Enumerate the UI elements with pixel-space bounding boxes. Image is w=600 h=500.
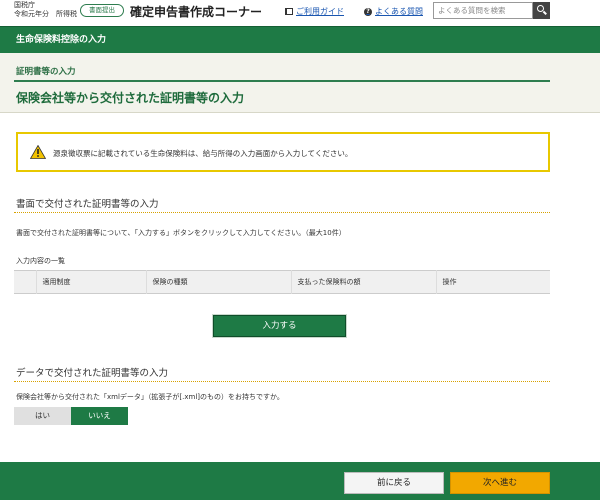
- input-list-label: 入力内容の一覧: [16, 257, 65, 265]
- agency-info: 国税庁 令和元年分 所得税: [14, 1, 77, 19]
- enter-button[interactable]: 入力する: [213, 315, 346, 337]
- agency-name: 国税庁: [14, 1, 35, 9]
- no-toggle-button[interactable]: いいえ: [71, 407, 128, 425]
- user-guide-link[interactable]: ご利用ガイド: [285, 6, 344, 17]
- column-header-system: 適用制度: [35, 270, 146, 294]
- input-list-table: 適用制度 保険の種類 支払った保険料の額 操作: [14, 270, 550, 294]
- paper-section-description: 書面で交付された証明書等について、「入力する」ボタンをクリックして入力してくださ…: [16, 229, 346, 237]
- user-guide-label: ご利用ガイド: [296, 7, 344, 16]
- back-button[interactable]: 前に戻る: [344, 472, 444, 494]
- book-icon: [285, 8, 293, 15]
- faq-label: よくある質問: [375, 7, 423, 16]
- top-header: 国税庁 令和元年分 所得税 書面提出 確定申告書作成コーナー ご利用ガイド ? …: [0, 0, 600, 25]
- next-button[interactable]: 次へ進む: [450, 472, 550, 494]
- sub-header: 証明書等の入力 保険会社等から交付された証明書等の入力: [0, 53, 600, 113]
- section-divider: [14, 381, 550, 382]
- paper-section-title: 書面で交付された証明書等の入力: [16, 199, 159, 210]
- warning-text: 源泉徴収票に記載されている生命保険料は、給与所得の入力画面から入力してください。: [53, 149, 353, 158]
- warning-box: 源泉徴収票に記載されている生命保険料は、給与所得の入力画面から入力してください。: [16, 132, 550, 172]
- page-title: 保険会社等から交付された証明書等の入力: [16, 91, 245, 105]
- tax-year-label: 令和元年分 所得税: [14, 10, 77, 18]
- column-header-operation: 操作: [435, 270, 550, 294]
- breadcrumb: 証明書等の入力: [16, 67, 76, 77]
- xml-data-question: 保険会社等から交付された「xmlデータ」（拡張子が[.xml]のもの）をお持ちで…: [16, 393, 284, 401]
- section-divider: [14, 212, 550, 213]
- column-header-insurance-type: 保険の種類: [145, 270, 291, 294]
- table-header-spacer: [14, 271, 36, 294]
- question-icon: ?: [364, 7, 372, 16]
- breadcrumb-divider: [14, 80, 550, 82]
- warning-icon: [30, 145, 46, 159]
- faq-link[interactable]: ? よくある質問: [364, 6, 423, 17]
- yes-toggle-button[interactable]: はい: [14, 407, 71, 425]
- column-header-premium-amount: 支払った保険料の額: [290, 270, 436, 294]
- mode-badge: 書面提出: [80, 4, 124, 17]
- section-title-bar: 生命保険料控除の入力: [0, 26, 600, 53]
- search-button[interactable]: [533, 2, 550, 19]
- faq-search-input[interactable]: [433, 2, 533, 19]
- footer-bar: 前に戻る 次へ進む: [0, 462, 600, 500]
- table-header-row: 適用制度 保険の種類 支払った保険料の額 操作: [14, 270, 550, 294]
- data-section-title: データで交付された証明書等の入力: [16, 368, 169, 379]
- app-title: 確定申告書作成コーナー: [130, 5, 263, 19]
